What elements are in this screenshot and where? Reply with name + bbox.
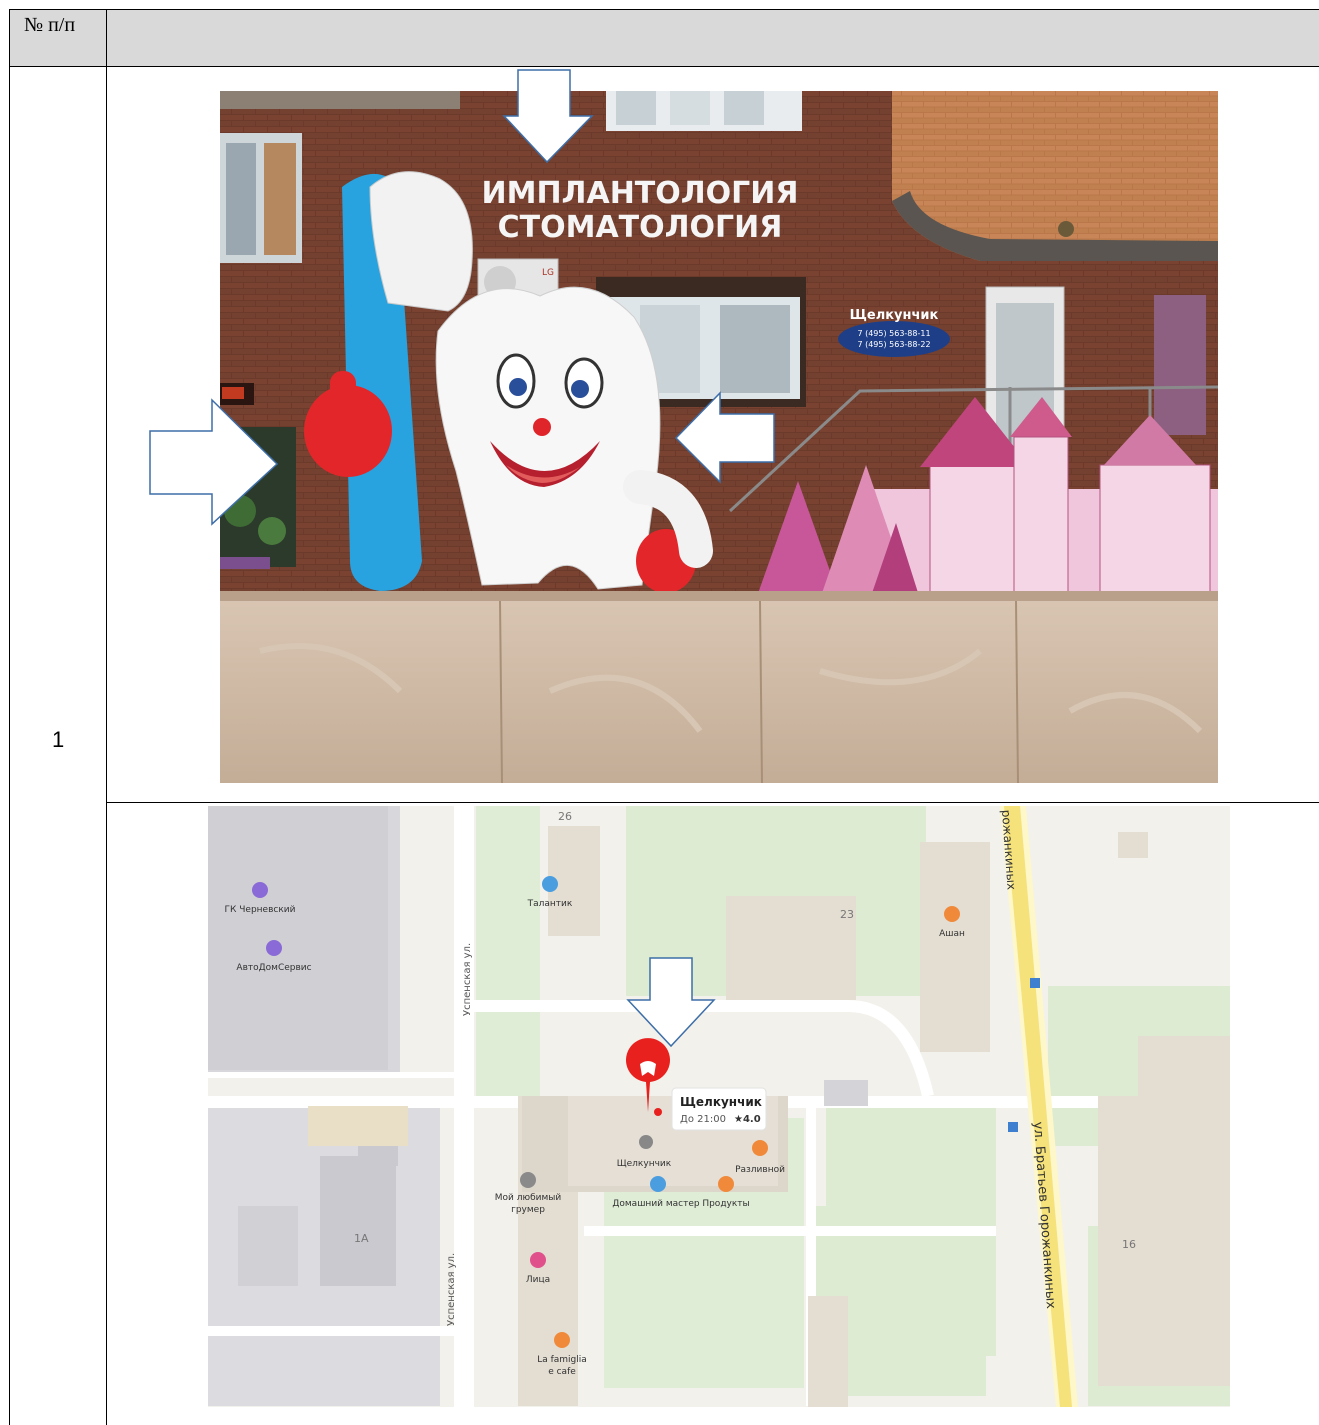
arrow-down-map xyxy=(626,957,716,1048)
annotation-arrow-map xyxy=(626,957,716,1048)
